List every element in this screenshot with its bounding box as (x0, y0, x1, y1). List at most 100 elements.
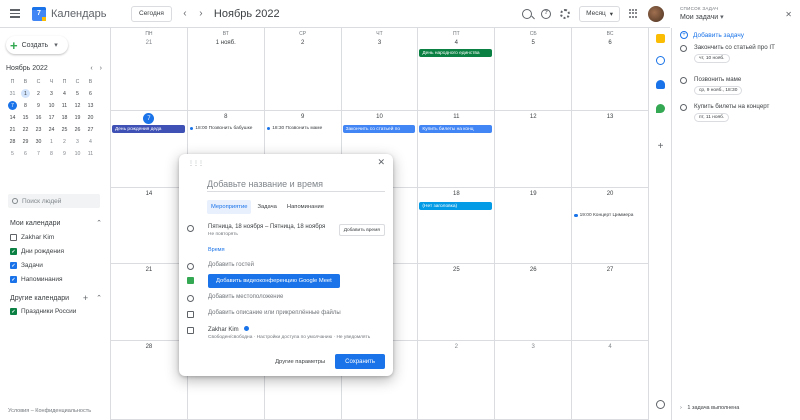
mini-day[interactable]: 17 (45, 112, 58, 123)
day-cell[interactable]: 13 (571, 111, 648, 187)
mini-day[interactable]: 5 (71, 88, 84, 99)
mini-day[interactable]: 7 (32, 148, 45, 159)
event-call-mom[interactable]: 18:30 Позвонить маме (266, 126, 322, 131)
mini-day[interactable]: 13 (84, 100, 97, 111)
date-number[interactable]: 4 (418, 40, 494, 49)
repeat-setting[interactable]: Не повторять (208, 232, 325, 237)
mini-day[interactable]: 2 (32, 88, 45, 99)
mini-day[interactable]: 11 (58, 100, 71, 111)
day-cell[interactable]: 19 (494, 188, 571, 263)
event-finish-articles[interactable]: Закончить со статьей по (342, 125, 416, 133)
date-number[interactable]: 28 (111, 344, 187, 353)
event-title-input[interactable]: Добавьте название и время (207, 176, 385, 192)
calendar-item[interactable]: ✓ Напоминания (10, 276, 63, 283)
mini-day[interactable]: 18 (58, 112, 71, 123)
date-number[interactable]: 2 (418, 344, 494, 353)
date-number[interactable]: 14 (111, 191, 187, 200)
time-link[interactable]: Время (208, 247, 225, 253)
owner-row[interactable]: Zakhar Kim Свободен/свободна · Настройки… (187, 326, 387, 340)
guests-row[interactable]: Добавить гостей (187, 262, 387, 270)
other-calendars-header[interactable]: Другие календари + ⌃ (10, 293, 102, 303)
day-cell[interactable]: ПН 21 (110, 28, 187, 110)
date-number[interactable]: 27 (572, 267, 648, 276)
add-calendar-icon[interactable]: + (83, 293, 88, 303)
task-list-select[interactable]: Мои задачи ▾ (680, 13, 724, 21)
my-calendars-header[interactable]: Мои календари ⌃ (10, 219, 102, 228)
task-title[interactable]: Закончить со статьей про IT (694, 44, 792, 52)
contacts-icon[interactable] (656, 80, 665, 89)
task-due-date[interactable]: пт, 11 нояб. (694, 113, 730, 122)
tab-event[interactable]: Мероприятие (207, 200, 252, 214)
mini-day[interactable]: 1 (21, 89, 30, 98)
task-item[interactable]: Позвонить маме ср, 9 нояб., 18:30 (680, 76, 792, 95)
main-menu-icon[interactable] (6, 9, 24, 18)
description-row[interactable]: Добавить описание или прикреплённые файл… (187, 310, 387, 318)
calendar-item[interactable]: Zakhar Kim (10, 234, 54, 241)
mini-day[interactable]: 5 (6, 148, 19, 159)
task-due-date[interactable]: чт, 10 нояб. (694, 54, 730, 63)
help-icon[interactable]: ? (541, 8, 552, 19)
add-meet-button[interactable]: Добавить видеоконференцию Google Meet (208, 274, 340, 288)
event-untitled[interactable]: (Нет заголовка) (419, 202, 493, 210)
checkbox-icon[interactable]: ✓ (10, 248, 17, 255)
mini-day[interactable]: 9 (32, 100, 45, 111)
maps-icon[interactable] (656, 104, 665, 113)
date-number[interactable]: 1 нояб. (188, 40, 264, 49)
mini-day[interactable]: 3 (71, 136, 84, 147)
event-call-grandma[interactable]: 18:00 Позвонить бабушке (189, 126, 252, 131)
mini-day[interactable]: 12 (71, 100, 84, 111)
event-unity-day[interactable]: День народного единства (419, 49, 493, 57)
info-icon[interactable] (656, 400, 665, 409)
mini-day[interactable]: 28 (6, 136, 19, 147)
date-number[interactable]: 9 (265, 114, 341, 123)
mini-day[interactable]: 19 (71, 112, 84, 123)
mini-prev-icon[interactable]: ‹ (90, 65, 92, 72)
previous-month-icon[interactable]: ‹ (178, 8, 192, 19)
mini-day[interactable]: 27 (84, 124, 97, 135)
day-cell[interactable]: 21 (110, 264, 187, 340)
day-cell[interactable]: 2 (417, 341, 494, 419)
mini-day[interactable]: 20 (84, 112, 97, 123)
day-cell[interactable]: 4 (571, 341, 648, 419)
day-cell[interactable]: СР 2 (263, 28, 341, 110)
day-cell[interactable]: 3 (494, 341, 571, 419)
checkbox-icon[interactable]: ✓ (10, 262, 17, 269)
date-number[interactable]: 21 (111, 267, 187, 276)
mini-day[interactable]: 14 (6, 112, 19, 123)
calendar-item[interactable]: ✓ Праздники России (10, 308, 76, 315)
add-addon-icon[interactable]: + (656, 142, 665, 152)
task-complete-checkbox[interactable] (680, 104, 687, 111)
date-number[interactable]: 3 (342, 40, 418, 49)
task-title[interactable]: Купить билеты на концерт (694, 103, 792, 111)
date-number[interactable]: 13 (572, 114, 648, 123)
search-people-input[interactable]: Поиск людей (8, 194, 100, 208)
mini-day[interactable]: 10 (45, 100, 58, 111)
day-cell[interactable]: 25 (417, 264, 494, 340)
date-number[interactable]: 10 (342, 114, 418, 123)
day-cell[interactable]: ВС 6 (571, 28, 648, 110)
date-number[interactable]: 5 (495, 40, 571, 49)
close-icon[interactable]: ✕ (785, 10, 792, 19)
save-button[interactable]: Сохранить (335, 354, 385, 369)
mini-day[interactable]: 7 (8, 101, 17, 110)
event-birthday[interactable]: День рождения деда (112, 125, 185, 133)
mini-day[interactable]: 22 (19, 124, 32, 135)
mini-next-icon[interactable]: › (100, 65, 102, 72)
mini-day[interactable]: 9 (58, 148, 71, 159)
date-number[interactable]: 4 (572, 344, 648, 353)
task-complete-checkbox[interactable] (680, 77, 687, 84)
day-cell[interactable]: 14 (110, 188, 187, 263)
footer-links[interactable]: Условия – Конфиденциальность (8, 408, 91, 414)
date-number[interactable]: 12 (495, 114, 571, 123)
task-due-date[interactable]: ср, 9 нояб., 18:30 (694, 86, 743, 95)
event-buy-tickets[interactable]: Купить билеты на конц (419, 125, 493, 133)
mini-day[interactable]: 4 (84, 136, 97, 147)
mini-day[interactable]: 8 (45, 148, 58, 159)
add-task-button[interactable]: + Добавить задачу (680, 31, 744, 39)
mini-day[interactable]: 15 (19, 112, 32, 123)
mini-day[interactable]: 6 (19, 148, 32, 159)
drag-handle-icon[interactable]: ⋮⋮⋮ (188, 160, 204, 167)
mini-day[interactable]: 3 (45, 88, 58, 99)
mini-day[interactable]: 21 (6, 124, 19, 135)
today-date[interactable]: 7 (143, 113, 155, 124)
